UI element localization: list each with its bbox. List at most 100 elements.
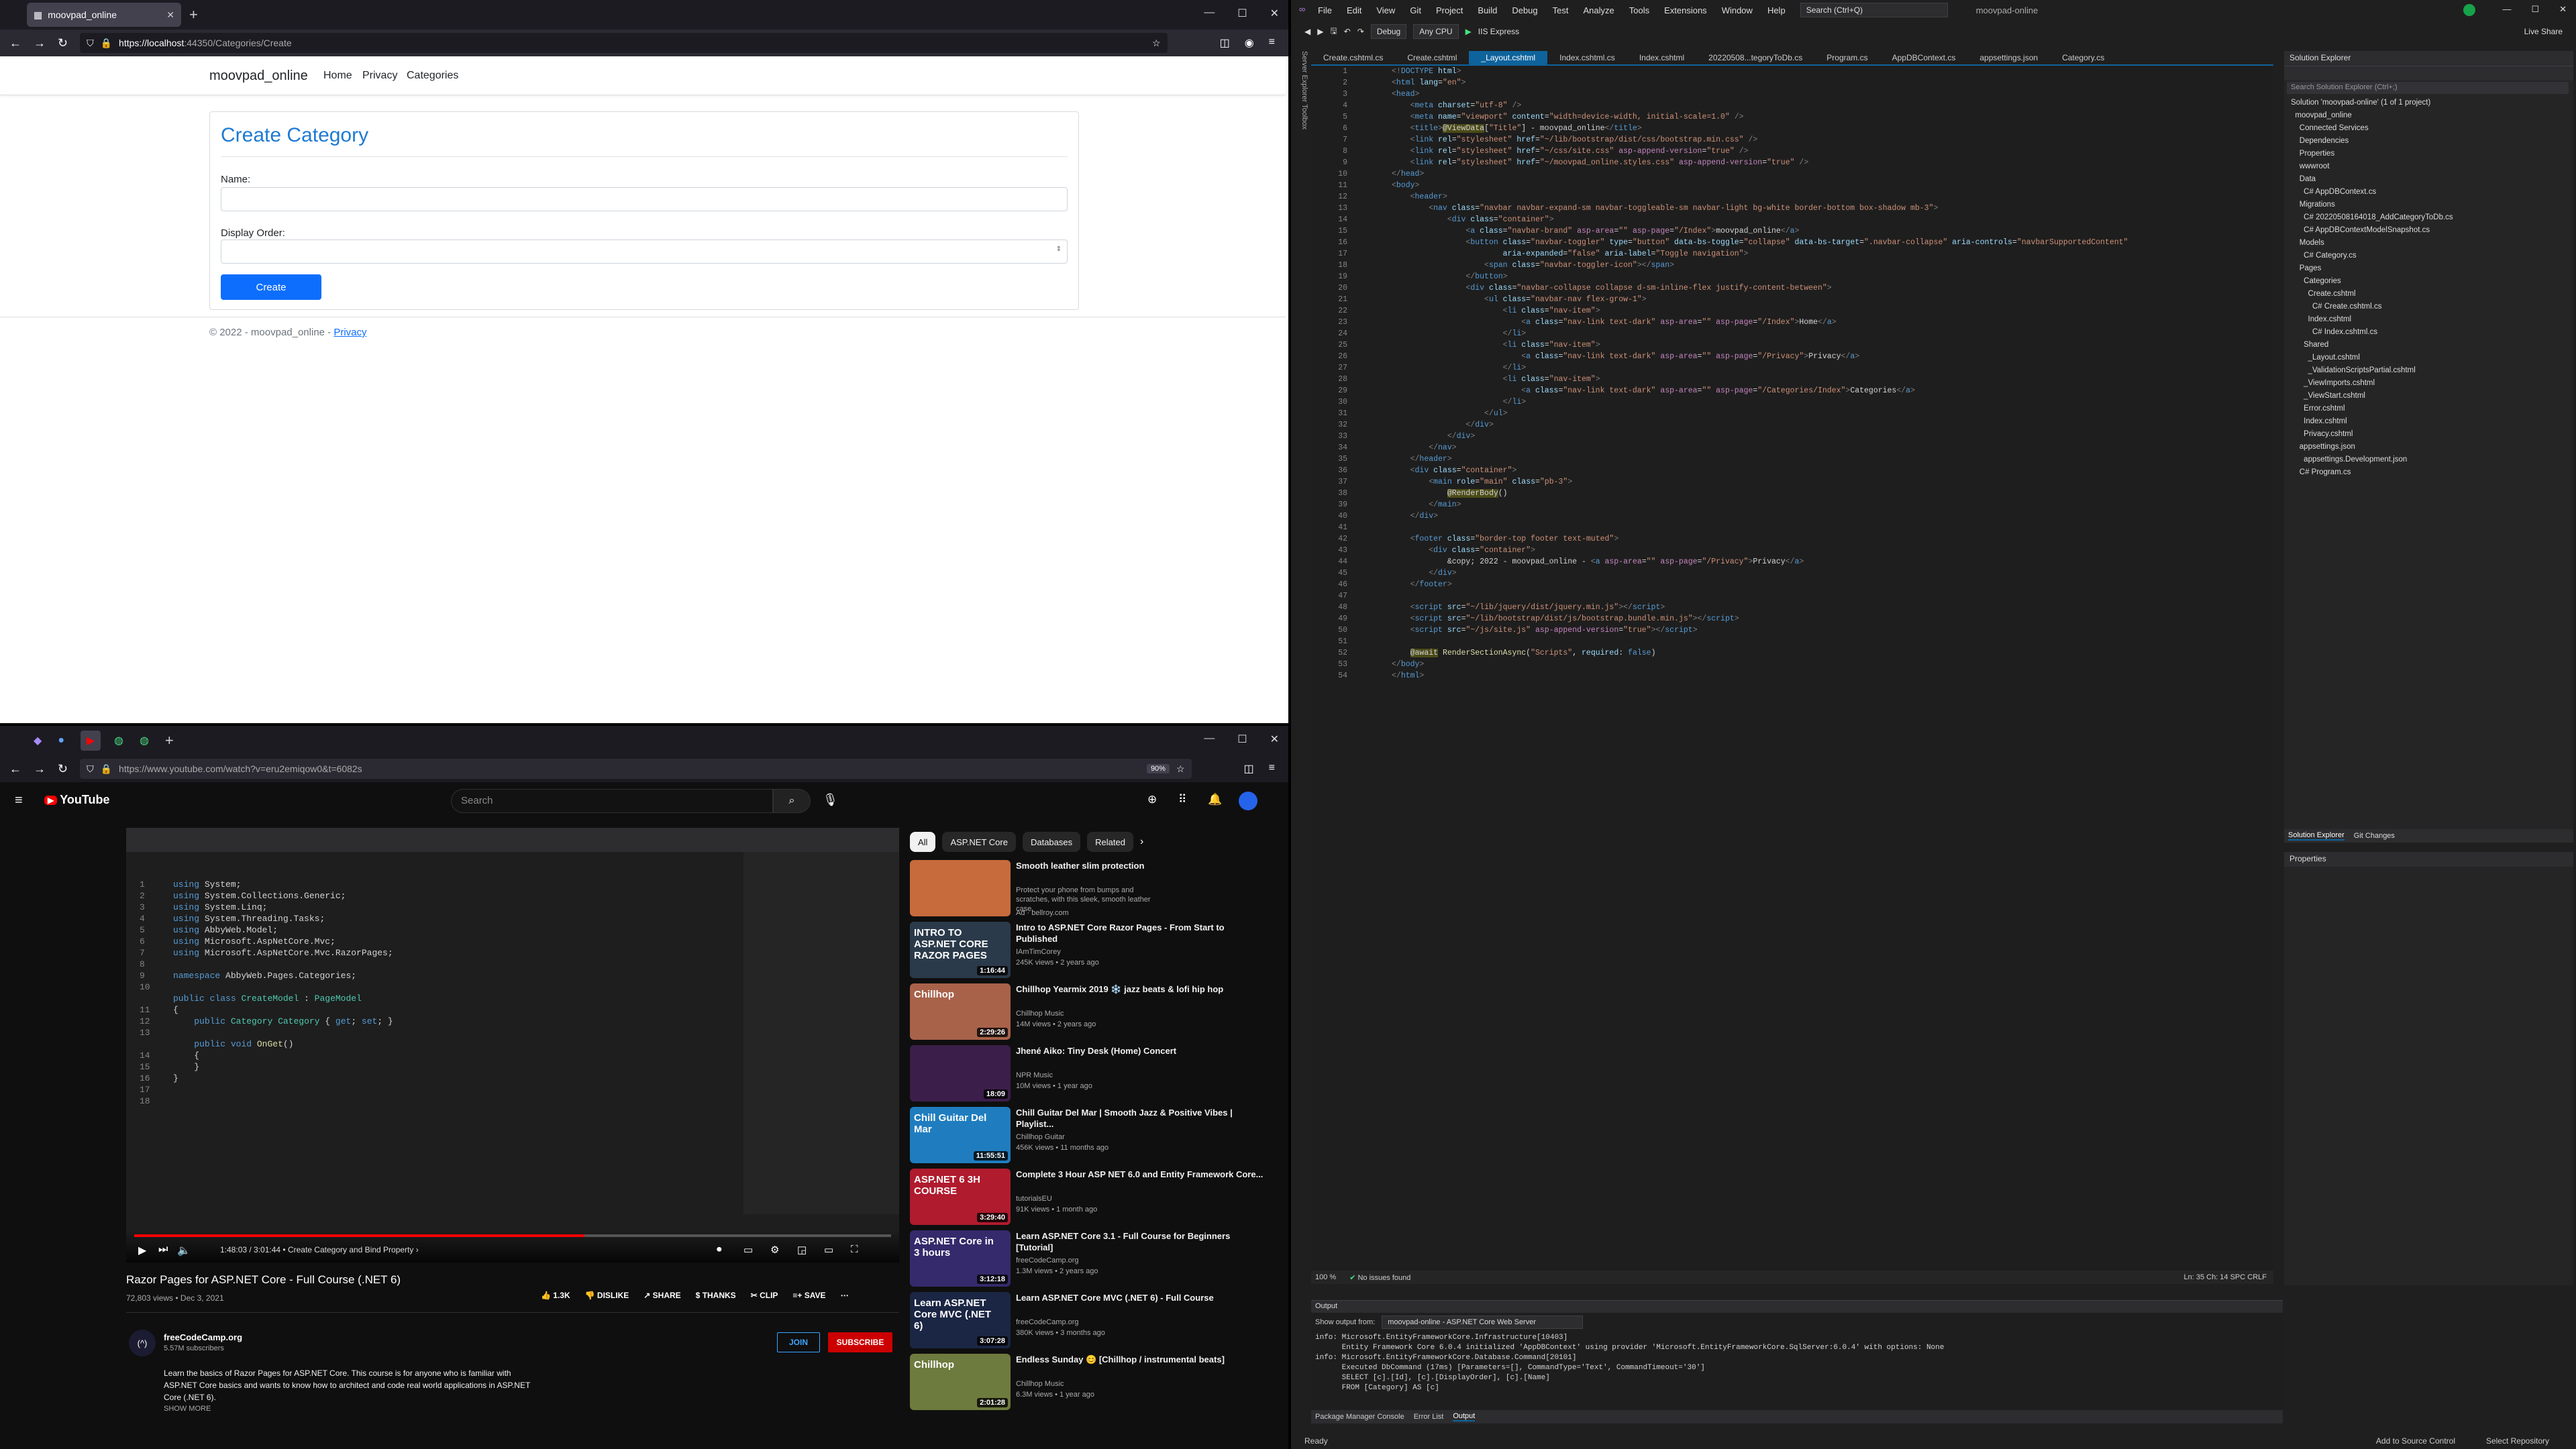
recommended-video[interactable]: Learn ASP.NET Core MVC (.NET 6) 3:07:28 Le… bbox=[910, 1292, 1272, 1351]
platform-dropdown[interactable]: Any CPU bbox=[1413, 24, 1459, 39]
tab-icon[interactable]: ● bbox=[58, 735, 64, 747]
bookmark-star-icon[interactable]: ☆ bbox=[1176, 763, 1185, 775]
menu-extensions[interactable]: Extensions bbox=[1664, 5, 1707, 15]
forward-icon[interactable]: → bbox=[34, 36, 46, 50]
live-share-button[interactable]: Live Share bbox=[2524, 27, 2563, 36]
tree-item[interactable]: wwwroot bbox=[2291, 160, 2573, 173]
chip-aspnet[interactable]: ASP.NET Core bbox=[942, 832, 1016, 852]
doc-tab[interactable]: AppDBContext.cs bbox=[1880, 51, 1968, 64]
notifications-icon[interactable]: 🔔 bbox=[1208, 793, 1222, 806]
doc-tab[interactable]: Index.cshtml.cs bbox=[1547, 51, 1627, 64]
tab-solution-explorer[interactable]: Solution Explorer bbox=[2288, 831, 2345, 841]
tab-icon[interactable]: ◍ bbox=[140, 734, 149, 747]
issues-status[interactable]: No issues found bbox=[1357, 1274, 1410, 1282]
video-thumbnail[interactable]: INTRO TO ASP.NET CORE RAZOR PAGES 1:16:44 bbox=[910, 922, 1011, 978]
menu-view[interactable]: View bbox=[1376, 5, 1395, 15]
new-tab-icon[interactable]: + bbox=[165, 732, 174, 749]
progress-track[interactable] bbox=[134, 1234, 891, 1237]
maximize-icon[interactable]: ☐ bbox=[1237, 733, 1247, 746]
tree-item[interactable]: C# Program.cs bbox=[2291, 466, 2573, 479]
nav-privacy[interactable]: Privacy bbox=[362, 70, 397, 82]
maximize-icon[interactable]: ☐ bbox=[1237, 7, 1247, 20]
volume-icon[interactable]: 🔈 bbox=[177, 1244, 191, 1257]
captions-icon[interactable]: ▭ bbox=[743, 1244, 753, 1256]
doc-tab[interactable]: Create.cshtml.cs bbox=[1311, 51, 1395, 64]
tree-item[interactable]: Create.cshtml bbox=[2291, 288, 2573, 301]
tree-item[interactable]: _ViewStart.cshtml bbox=[2291, 390, 2573, 402]
tree-item[interactable]: moovpad_online bbox=[2291, 109, 2573, 122]
tree-item[interactable]: Data bbox=[2291, 173, 2573, 186]
menu-help[interactable]: Help bbox=[1767, 5, 1786, 15]
tree-item[interactable]: Index.cshtml bbox=[2291, 313, 2573, 326]
back-icon[interactable]: ← bbox=[9, 762, 21, 776]
autoplay-toggle[interactable]: ⏺ bbox=[717, 1244, 722, 1255]
avatar[interactable] bbox=[1239, 792, 1257, 810]
video-thumbnail[interactable]: Learn ASP.NET Core MVC (.NET 6) 3:07:28 bbox=[910, 1292, 1011, 1348]
maximize-icon[interactable]: ☐ bbox=[2531, 4, 2539, 15]
tree-item[interactable]: appsettings.json bbox=[2291, 441, 2573, 453]
recommended-video[interactable]: ASP.NET 6 3H COURSE 3:29:40 Complete 3 Hou… bbox=[910, 1169, 1272, 1228]
run-icon[interactable]: ▶ bbox=[1465, 27, 1472, 36]
number-spinner-icon[interactable]: ⇕ bbox=[1056, 246, 1062, 253]
address-bar[interactable]: ⛉ 🔒 https://www.youtube.com/watch?v=eru2… bbox=[80, 759, 1192, 779]
forward-icon[interactable]: ▶ bbox=[1317, 27, 1323, 36]
menu-project[interactable]: Project bbox=[1436, 5, 1463, 15]
video-thumbnail[interactable]: ASP.NET Core in 3 hours 3:12:18 bbox=[910, 1230, 1011, 1287]
video-thumbnail[interactable]: 18:09 bbox=[910, 1045, 1011, 1102]
youtube-tab-icon[interactable]: ▶ bbox=[80, 731, 101, 751]
recommended-title[interactable]: Chillhop Yearmix 2019 ❄️ jazz beats & lo… bbox=[1016, 983, 1264, 995]
tree-item[interactable]: Dependencies bbox=[2291, 135, 2573, 148]
recommended-title[interactable]: Jhené Aiko: Tiny Desk (Home) Concert bbox=[1016, 1045, 1264, 1057]
miniplayer-icon[interactable]: ◲ bbox=[797, 1244, 807, 1256]
close-window-icon[interactable]: ✕ bbox=[1270, 7, 1279, 20]
doc-tab[interactable]: appsettings.json bbox=[1967, 51, 2050, 64]
recommended-title[interactable]: Chill Guitar Del Mar | Smooth Jazz & Pos… bbox=[1016, 1107, 1264, 1130]
tree-item[interactable]: Solution 'moovpad-online' (1 of 1 projec… bbox=[2291, 97, 2573, 109]
apps-icon[interactable]: ⠿ bbox=[1178, 793, 1186, 806]
subscribe-button[interactable]: SUBSCRIBE bbox=[828, 1332, 892, 1352]
recommended-video[interactable]: ASP.NET Core in 3 hours 3:12:18 Learn ASP.… bbox=[910, 1230, 1272, 1289]
microphone-icon[interactable]: 🎙 bbox=[823, 793, 838, 807]
pocket-icon[interactable]: ◫ bbox=[1244, 762, 1254, 775]
tab-output[interactable]: Output bbox=[1453, 1412, 1476, 1421]
save-button[interactable]: ≡+ SAVE bbox=[792, 1291, 825, 1300]
tree-item[interactable]: appsettings.Development.json bbox=[2291, 453, 2573, 466]
zoom-level[interactable]: 90% bbox=[1146, 764, 1170, 773]
chevron-right-icon[interactable]: › bbox=[1140, 836, 1143, 848]
recommended-video[interactable]: Smooth leather slim protection Protect yo… bbox=[910, 860, 1272, 919]
chip-all[interactable]: All bbox=[910, 832, 936, 852]
video-thumbnail[interactable]: Chill Guitar Del Mar 11:55:51 bbox=[910, 1107, 1011, 1163]
recommended-title[interactable]: Intro to ASP.NET Core Razor Pages - From… bbox=[1016, 922, 1264, 945]
tree-item[interactable]: Models bbox=[2291, 237, 2573, 250]
reload-icon[interactable]: ↻ bbox=[58, 36, 68, 50]
video-player[interactable]: 1 2 3 4 5 6 7 8 9 10 11 12 13 14 15 16 1… bbox=[126, 828, 899, 1263]
close-window-icon[interactable]: ✕ bbox=[2559, 4, 2567, 15]
minimize-icon[interactable]: — bbox=[1204, 733, 1215, 746]
chip-databases[interactable]: Databases bbox=[1022, 832, 1081, 852]
tree-item[interactable]: C# Category.cs bbox=[2291, 250, 2573, 262]
tree-item[interactable]: _ViewImports.cshtml bbox=[2291, 377, 2573, 390]
thanks-button[interactable]: $ THANKS bbox=[696, 1291, 736, 1300]
next-icon[interactable]: ⏭ bbox=[158, 1244, 168, 1256]
redo-icon[interactable]: ↷ bbox=[1357, 27, 1364, 36]
account-icon[interactable]: ◉ bbox=[1245, 36, 1254, 50]
chip-related[interactable]: Related bbox=[1087, 832, 1133, 852]
tree-item[interactable]: _ValidationScriptsPartial.cshtml bbox=[2291, 364, 2573, 377]
youtube-logo[interactable]: ▶ YouTube bbox=[44, 793, 110, 807]
doc-tab[interactable]: _Layout.cshtml bbox=[1469, 51, 1548, 64]
hamburger-icon[interactable]: ≡ bbox=[15, 793, 23, 808]
video-thumbnail[interactable]: ASP.NET 6 3H COURSE 3:29:40 bbox=[910, 1169, 1011, 1225]
recommended-video[interactable]: Chill Guitar Del Mar 11:55:51 Chill Guitar… bbox=[910, 1107, 1272, 1166]
channel-name[interactable]: freeCodeCamp.org bbox=[164, 1332, 242, 1342]
tree-item[interactable]: Migrations bbox=[2291, 199, 2573, 211]
doc-tab[interactable]: Program.cs bbox=[1814, 51, 1879, 64]
back-icon[interactable]: ← bbox=[9, 36, 21, 50]
doc-tab[interactable]: Create.cshtml bbox=[1395, 51, 1469, 64]
tab-error-list[interactable]: Error List bbox=[1414, 1413, 1444, 1421]
menu-debug[interactable]: Debug bbox=[1512, 5, 1537, 15]
code-editor[interactable]: 1 2 3 4 5 6 7 8 9 10 11 12 13 14 15 16 1… bbox=[1311, 66, 2273, 1284]
join-button[interactable]: JOIN bbox=[777, 1332, 820, 1352]
close-tab-icon[interactable]: ✕ bbox=[166, 9, 174, 21]
recommended-title[interactable]: Smooth leather slim protection bbox=[1016, 860, 1264, 871]
search-icon[interactable]: ⌕ bbox=[773, 789, 811, 813]
